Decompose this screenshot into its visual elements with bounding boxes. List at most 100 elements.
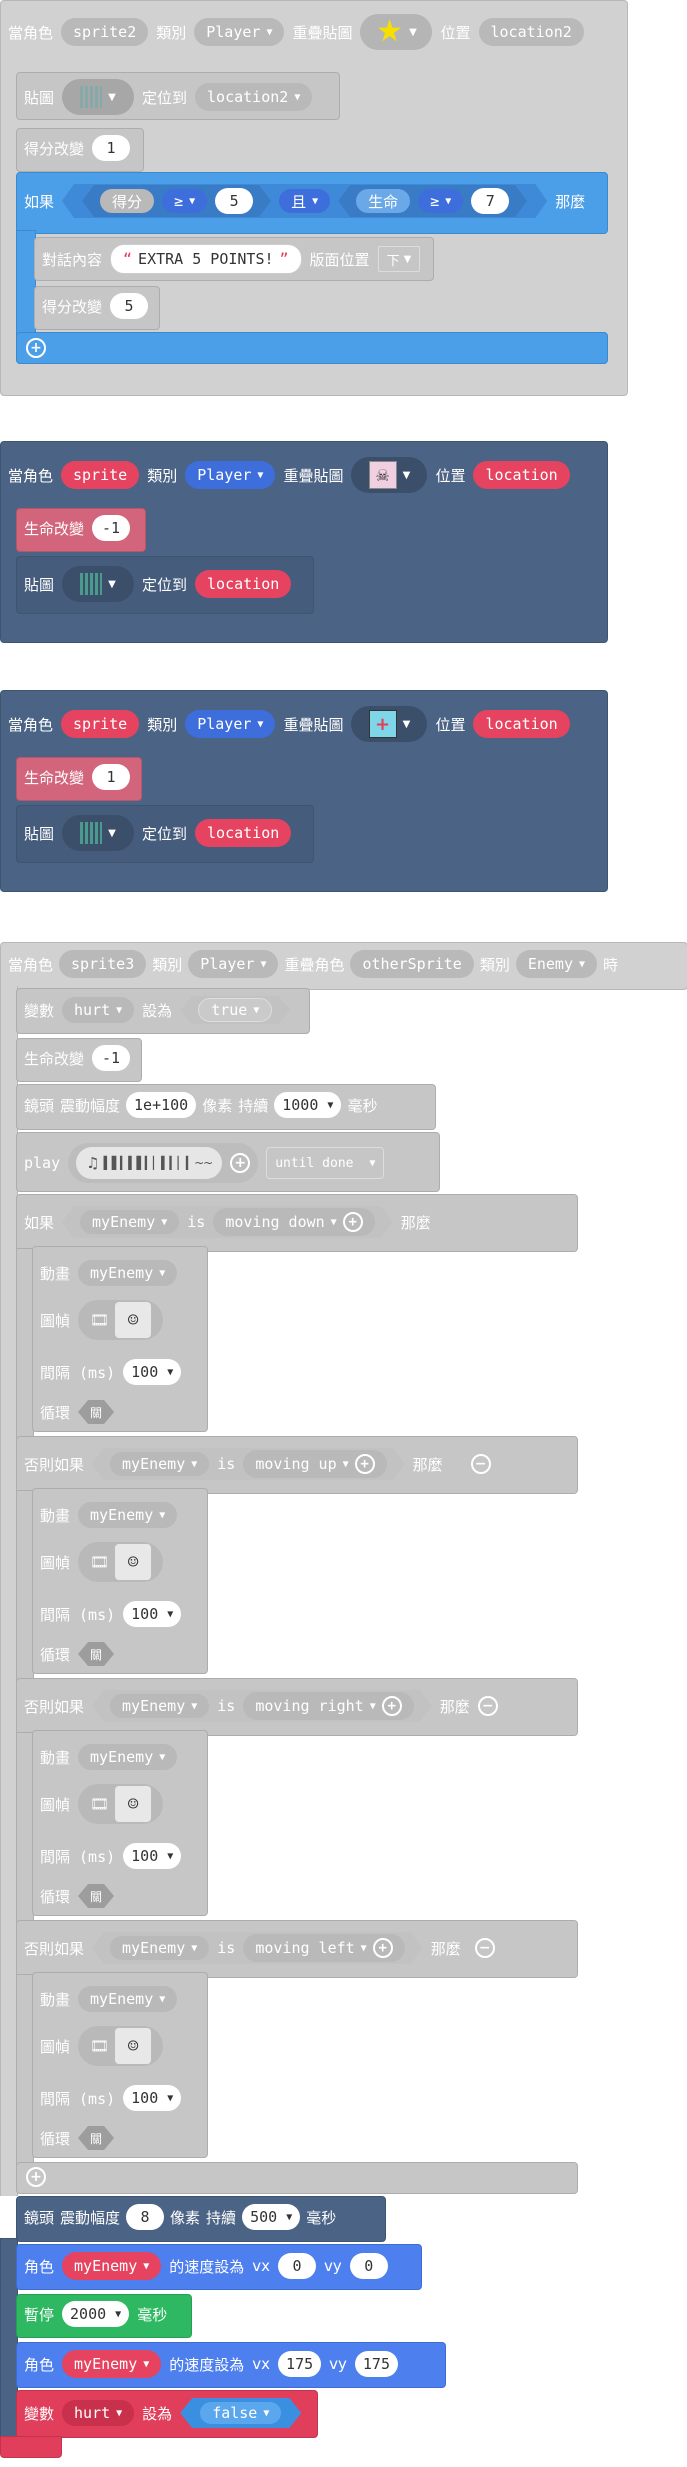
vx-value[interactable]: 0 [278, 2253, 317, 2279]
value-1[interactable]: 5 [215, 188, 253, 214]
enemy-moving-down-condition[interactable]: myEnemy ▼ is moving down ▼ + [62, 1206, 393, 1238]
sprite-dropdown[interactable]: sprite [61, 461, 140, 489]
interval-dropdown[interactable]: 100 ▼ [123, 1843, 182, 1869]
loop-off-toggle[interactable]: 關 [78, 2126, 114, 2150]
value-2[interactable]: 7 [471, 188, 509, 214]
tile-image-picker[interactable]: ▼ [62, 79, 135, 115]
if-block-bottom [16, 332, 608, 364]
kind-dropdown[interactable]: Player ▼ [188, 950, 279, 978]
frames-picker[interactable]: 🎞 ☺ [78, 1300, 164, 1340]
frames-picker[interactable]: 🎞 ☺ [78, 2026, 164, 2066]
score-value[interactable]: 1 [92, 135, 131, 161]
loop-off-toggle[interactable]: 關 [78, 1400, 114, 1424]
life-condition[interactable]: 生命 ≥ ▼ 7 [338, 185, 527, 217]
vy-value[interactable]: 0 [349, 2253, 388, 2279]
remove-else-if-icon[interactable]: − [477, 1696, 498, 1716]
tile-picker[interactable]: + ▼ [351, 706, 428, 742]
score-reporter[interactable]: 得分 [100, 189, 154, 213]
camera-label: 鏡頭 [24, 1096, 55, 1115]
loop-label: 循環 [40, 1403, 71, 1422]
grid-tile-icon [80, 86, 103, 108]
enemy-dropdown[interactable]: myEnemy ▼ [78, 1744, 178, 1770]
var-dropdown[interactable]: hurt ▼ [62, 997, 135, 1023]
sprite-dropdown[interactable]: sprite [61, 710, 140, 738]
location-variable[interactable]: location [195, 819, 292, 847]
enemy-moving-left-condition[interactable]: myEnemy ▼ is moving left ▼ + [92, 1932, 423, 1964]
sprite-variable[interactable]: sprite3 [59, 950, 147, 978]
enemy-dropdown[interactable]: myEnemy ▼ [78, 1260, 178, 1286]
score-condition[interactable]: 得分 ≥ ▼ 5 [82, 185, 271, 217]
loop-off-toggle[interactable]: 關 [78, 1642, 114, 1666]
vy-label: vy [329, 2355, 347, 2373]
enemy-moving-right-condition[interactable]: myEnemy ▼ is moving right ▼ + [92, 1690, 432, 1722]
enemy-dropdown[interactable]: myEnemy ▼ [110, 1452, 209, 1476]
true-boolean[interactable]: true ▼ [180, 996, 290, 1024]
ms-label: 毫秒 [137, 2305, 168, 2324]
kind-dropdown[interactable]: Player ▼ [185, 461, 276, 489]
tile-image-picker[interactable]: ▼ [62, 815, 135, 851]
enemy-dropdown[interactable]: myEnemy ▼ [110, 1694, 209, 1718]
var-dropdown[interactable]: hurt ▼ [62, 2400, 135, 2426]
enemy-dropdown[interactable]: myEnemy ▼ [78, 1502, 178, 1528]
remove-else-if-icon[interactable]: − [474, 1938, 495, 1958]
duration-label: 持續 [206, 2208, 237, 2227]
kind2-dropdown[interactable]: Enemy ▼ [515, 950, 598, 978]
frames-picker[interactable]: 🎞 ☺ [78, 1784, 164, 1824]
kind-dropdown[interactable]: Player ▼ [194, 18, 285, 46]
life-value[interactable]: -1 [92, 1045, 131, 1071]
other-sprite-variable[interactable]: otherSprite [350, 950, 474, 978]
shake-amplitude[interactable]: 1e+100 [126, 1092, 197, 1118]
op1-dropdown[interactable]: ≥ ▼ [162, 189, 207, 213]
enemy-dropdown[interactable]: myEnemy ▼ [78, 1986, 178, 2012]
add-else-icon[interactable]: + [26, 2167, 46, 2187]
vx-value[interactable]: 175 [278, 2351, 322, 2377]
shake-amplitude[interactable]: 8 [126, 2204, 165, 2230]
add-sound-icon[interactable]: + [230, 1153, 251, 1173]
and-condition[interactable]: 得分 ≥ ▼ 5 且 ▼ 生命 ≥ ▼ 7 [62, 184, 547, 218]
sound-picker[interactable]: ♫ ▍▌▎▍▌▎▏▍▎▏▎~~ [76, 1147, 223, 1179]
direction-dropdown[interactable]: moving right ▼ + [243, 1692, 413, 1720]
say-text-input[interactable]: “EXTRA 5 POINTS!” [110, 244, 302, 274]
enemy-dropdown[interactable]: myEnemy ▼ [80, 1210, 179, 1234]
direction-dropdown[interactable]: moving left ▼ + [243, 1934, 404, 1962]
duration-dropdown[interactable]: 500 ▼ [242, 2204, 301, 2230]
op2-dropdown[interactable]: ≥ ▼ [418, 189, 463, 213]
enemy-dropdown[interactable]: myEnemy ▼ [110, 1936, 209, 1960]
tile-picker[interactable]: ★ ▼ [360, 14, 433, 50]
interval-dropdown[interactable]: 100 ▼ [123, 2085, 182, 2111]
enemy-variable[interactable]: myEnemy ▼ [62, 2252, 162, 2280]
enemy-variable[interactable]: myEnemy ▼ [62, 2350, 162, 2378]
enemy-moving-up-condition[interactable]: myEnemy ▼ is moving up ▼ + [92, 1448, 405, 1480]
location-variable[interactable]: location [473, 710, 570, 738]
direction-dropdown[interactable]: moving up ▼ + [243, 1450, 386, 1478]
sound-expression[interactable]: ♫ ▍▌▎▍▌▎▏▍▎▏▎~~ + [68, 1143, 259, 1183]
remove-else-if-icon[interactable]: − [470, 1454, 491, 1474]
goto-location-dropdown[interactable]: location2 ▼ [195, 83, 313, 111]
add-else-icon[interactable]: + [26, 338, 46, 358]
sprite-dropdown[interactable]: sprite2 [61, 18, 149, 46]
tile-picker[interactable]: ☠ ▼ [351, 457, 428, 493]
life-value[interactable]: 1 [92, 764, 131, 790]
life-value[interactable]: -1 [92, 515, 131, 541]
vy-value[interactable]: 175 [354, 2351, 398, 2377]
tile-image-picker[interactable]: ▼ [62, 566, 135, 602]
score-value-2[interactable]: 5 [110, 293, 149, 319]
loop-off-toggle[interactable]: 關 [78, 1884, 114, 1908]
frames-picker[interactable]: 🎞 ☺ [78, 1542, 164, 1582]
kind-dropdown[interactable]: Player ▼ [185, 710, 276, 738]
pause-dropdown[interactable]: 2000 ▼ [62, 2301, 130, 2327]
location-variable[interactable]: location [195, 570, 292, 598]
location-dropdown[interactable]: location2 [478, 18, 584, 46]
until-done-dropdown[interactable]: until done ▼ [266, 1147, 385, 1179]
interval-dropdown[interactable]: 100 ▼ [123, 1601, 182, 1627]
location-variable[interactable]: location [473, 461, 570, 489]
and-dropdown[interactable]: 且 ▼ [279, 189, 330, 213]
vx-label: vx [252, 2355, 271, 2373]
loop-label: 循環 [40, 1887, 71, 1906]
duration-dropdown[interactable]: 1000 ▼ [274, 1092, 342, 1118]
direction-dropdown[interactable]: moving down ▼ + [213, 1208, 374, 1236]
false-boolean[interactable]: false ▼ [180, 2398, 301, 2428]
say-position-dropdown[interactable]: 下 ▼ [377, 246, 421, 272]
interval-dropdown[interactable]: 100 ▼ [123, 1359, 182, 1385]
life-reporter[interactable]: 生命 [356, 189, 410, 213]
